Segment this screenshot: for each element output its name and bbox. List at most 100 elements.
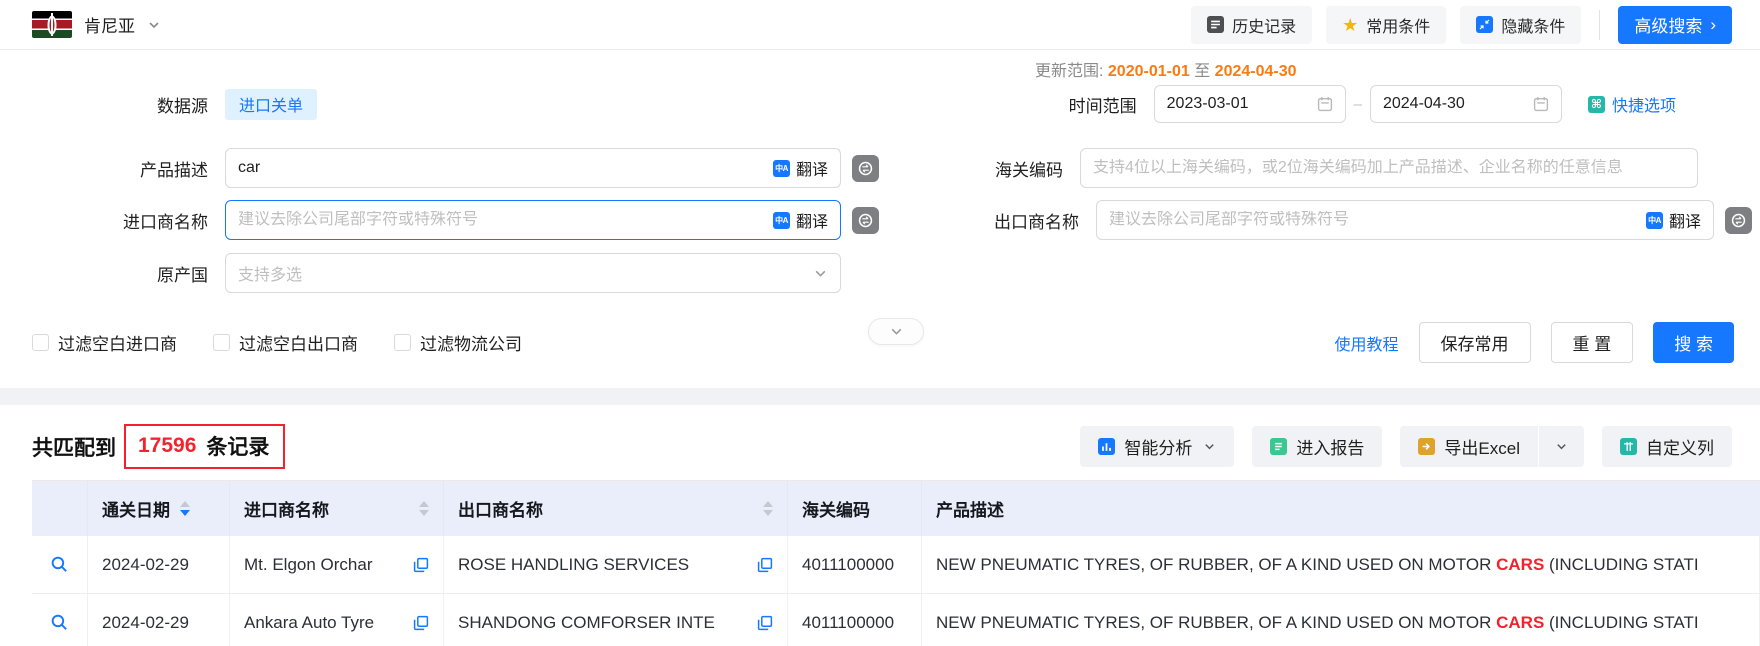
- columns-icon: [1620, 438, 1637, 455]
- importer-field: 中A 翻译: [225, 200, 841, 240]
- importer-label: 进口商名称: [0, 208, 208, 233]
- start-date-picker[interactable]: 2023-03-01: [1154, 85, 1346, 123]
- header-product-desc: 产品描述: [922, 481, 1760, 536]
- match-mode-toggle[interactable]: [1725, 207, 1752, 234]
- copy-icon: [413, 557, 429, 573]
- cell-exporter: SHANDONG COMFORSER INTE: [444, 594, 788, 646]
- header-exporter[interactable]: 出口商名称: [444, 481, 788, 536]
- topbar-actions: 历史记录 ★ 常用条件 隐藏条件 高级搜索 ›: [1191, 6, 1732, 44]
- checkbox-filter-blank-exporter[interactable]: 过滤空白出口商: [213, 330, 358, 355]
- translate-button[interactable]: 中A 翻译: [773, 208, 828, 232]
- export-excel-button[interactable]: 导出Excel: [1400, 426, 1538, 467]
- calendar-icon: [1533, 96, 1549, 112]
- data-source-label: 数据源: [0, 92, 208, 117]
- history-icon: [1207, 16, 1224, 33]
- hs-code-input[interactable]: [1093, 159, 1685, 177]
- sort-control-exporter[interactable]: [763, 501, 773, 516]
- match-summary: 共匹配到 17596 条记录: [32, 424, 285, 469]
- checkbox-filter-blank-importer[interactable]: 过滤空白进口商: [32, 330, 177, 355]
- chevron-down-icon: [889, 324, 904, 339]
- copy-button[interactable]: [757, 557, 773, 573]
- header-hs-code: 海关编码: [788, 481, 922, 536]
- cell-hs-code: 4011100000: [788, 536, 922, 593]
- copy-icon: [413, 615, 429, 631]
- expand-more-button[interactable]: [868, 318, 924, 345]
- exact-match-icon: [857, 160, 874, 177]
- form-row-4: 原产国 支持多选: [0, 253, 1760, 293]
- exact-match-icon: [1730, 212, 1747, 229]
- country-name: 肯尼亚: [84, 12, 135, 37]
- sort-control-importer[interactable]: [419, 501, 429, 516]
- chevron-down-icon: [1203, 440, 1216, 453]
- chevron-down-icon: [147, 18, 161, 32]
- translate-icon: 中A: [1646, 212, 1663, 229]
- filter-checkboxes: 过滤空白进口商 过滤空白出口商 过滤物流公司: [32, 330, 522, 355]
- update-range-end: 2024-04-30: [1215, 63, 1297, 80]
- header-date[interactable]: 通关日期: [88, 481, 230, 536]
- sort-control-date[interactable]: [180, 501, 190, 516]
- match-mode-toggle[interactable]: [852, 207, 879, 234]
- enter-report-button[interactable]: 进入报告: [1252, 426, 1382, 467]
- checkbox-icon: [32, 334, 49, 351]
- highlighted-keyword: CARS: [1496, 613, 1544, 633]
- export-excel-split-button: 导出Excel: [1400, 426, 1584, 467]
- copy-button[interactable]: [757, 615, 773, 631]
- kenya-flag-icon: [32, 11, 72, 38]
- match-mode-toggle[interactable]: [852, 155, 879, 182]
- country-selector[interactable]: 肯尼亚: [32, 11, 161, 38]
- customize-columns-button[interactable]: 自定义列: [1602, 426, 1732, 467]
- report-icon: [1270, 438, 1287, 455]
- end-date-picker[interactable]: 2024-04-30: [1370, 85, 1562, 123]
- update-range-note: 更新范围: 2020-01-01 至 2024-04-30: [1035, 57, 1297, 81]
- star-icon: ★: [1342, 16, 1358, 34]
- results-bar: 共匹配到 17596 条记录 智能分析 进入报告 导出Excel: [32, 423, 1732, 470]
- date-range-dash: –: [1354, 96, 1362, 113]
- chevron-down-icon: [813, 266, 828, 281]
- view-detail-button[interactable]: [50, 613, 69, 632]
- save-favorite-button[interactable]: 保存常用: [1419, 322, 1531, 363]
- topbar: 肯尼亚 历史记录 ★ 常用条件 隐藏条件 高级搜索 ›: [0, 0, 1760, 50]
- match-count-box: 17596 条记录: [124, 424, 285, 469]
- magnifier-icon: [50, 555, 69, 574]
- smart-analysis-button[interactable]: 智能分析: [1080, 426, 1234, 467]
- copy-button[interactable]: [413, 615, 429, 631]
- calendar-icon: [1317, 96, 1333, 112]
- match-prefix: 共匹配到: [32, 432, 116, 462]
- form-row-3: 进口商名称 中A 翻译 出口商名称 中A 翻译: [0, 200, 1760, 240]
- favorites-button[interactable]: ★ 常用条件: [1326, 6, 1446, 44]
- quick-options-link[interactable]: ⌘ 快捷选项: [1588, 92, 1676, 116]
- highlighted-keyword: CARS: [1496, 555, 1544, 575]
- exporter-field: 中A 翻译: [1096, 200, 1714, 240]
- match-count: 17596: [138, 434, 196, 458]
- result-actions: 智能分析 进入报告 导出Excel 自定义列: [1080, 426, 1732, 467]
- form-actions: 使用教程 保存常用 重 置 搜 索: [1335, 322, 1734, 363]
- copy-button[interactable]: [413, 557, 429, 573]
- view-detail-button[interactable]: [50, 555, 69, 574]
- importer-input[interactable]: [238, 211, 765, 229]
- export-icon: [1418, 438, 1435, 455]
- checkbox-icon: [394, 334, 411, 351]
- export-options-button[interactable]: [1539, 426, 1584, 467]
- translate-button[interactable]: 中A 翻译: [773, 156, 828, 180]
- tutorial-link[interactable]: 使用教程: [1335, 331, 1399, 355]
- reset-button[interactable]: 重 置: [1551, 322, 1634, 363]
- translate-button[interactable]: 中A 翻译: [1646, 208, 1701, 232]
- product-desc-input[interactable]: [238, 159, 765, 177]
- hide-conditions-button[interactable]: 隐藏条件: [1460, 6, 1581, 44]
- search-button[interactable]: 搜 索: [1653, 322, 1734, 363]
- origin-select[interactable]: 支持多选: [225, 253, 841, 293]
- data-source-tag[interactable]: 进口关单: [225, 89, 317, 120]
- header-importer[interactable]: 进口商名称: [230, 481, 444, 536]
- checkbox-icon: [213, 334, 230, 351]
- history-button[interactable]: 历史记录: [1191, 6, 1312, 44]
- cell-product-desc: NEW PNEUMATIC TYRES, OF RUBBER, OF A KIN…: [922, 594, 1760, 646]
- table-row: 2024-02-29 Mt. Elgon Orchar ROSE HANDLIN…: [32, 536, 1760, 594]
- advanced-search-button[interactable]: 高级搜索 ›: [1618, 6, 1732, 44]
- cell-date: 2024-02-29: [88, 536, 230, 593]
- checkbox-filter-logistics[interactable]: 过滤物流公司: [394, 330, 522, 355]
- results-table: 通关日期 进口商名称 出口商名称 海关编码 产品描述: [32, 480, 1760, 646]
- exporter-input[interactable]: [1109, 211, 1638, 229]
- time-range-label: 时间范围: [987, 92, 1137, 117]
- form-row-2: 产品描述 中A 翻译 海关编码: [0, 148, 1760, 188]
- form-row-5: 过滤空白进口商 过滤空白出口商 过滤物流公司 使用教程 保存常用 重 置 搜 索: [0, 322, 1760, 363]
